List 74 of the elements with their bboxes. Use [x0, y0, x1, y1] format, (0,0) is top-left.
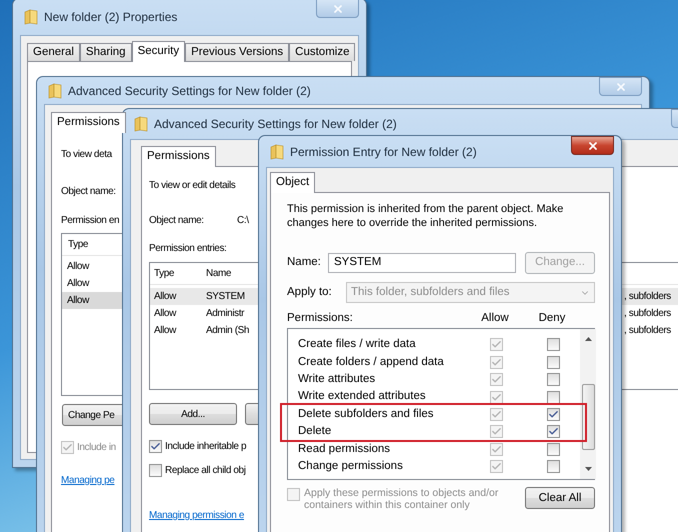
- checkbox[interactable]: [149, 464, 162, 477]
- folder-icon: [270, 144, 284, 160]
- window-title: Advanced Security Settings for New folder (2): [154, 116, 397, 133]
- tab[interactable]: Sharing: [80, 43, 132, 61]
- folder-icon: [134, 116, 148, 132]
- tab[interactable]: General: [27, 43, 80, 61]
- checkbox-label: Include inheritable p: [165, 440, 246, 454]
- checkbox[interactable]: [546, 373, 560, 386]
- checkbox[interactable]: [546, 356, 560, 369]
- tab[interactable]: Customize: [289, 43, 356, 61]
- folder-icon: [24, 9, 38, 25]
- column-header: Type: [68, 238, 88, 252]
- close-icon: [614, 80, 626, 92]
- permission-name: Read permissions: [297, 442, 392, 457]
- scroll-up-icon[interactable]: [584, 337, 592, 342]
- checkbox[interactable]: [490, 425, 502, 438]
- help-link[interactable]: Managing pe: [61, 473, 114, 488]
- checkbox[interactable]: [490, 373, 502, 386]
- name-field[interactable]: SYSTEM: [328, 253, 516, 273]
- checkbox[interactable]: [546, 460, 560, 474]
- close-icon: [332, 2, 344, 14]
- checkbox[interactable]: [546, 408, 560, 421]
- scroll-down-icon[interactable]: [584, 467, 592, 472]
- permission-name: Create files / write data: [297, 337, 417, 352]
- push-button[interactable]: Add...: [149, 403, 237, 425]
- column-header: Name: [206, 267, 232, 281]
- field-value: C:\: [237, 214, 249, 228]
- window-title: New folder (2) Properties: [44, 9, 178, 26]
- field-label: Object name:: [149, 214, 205, 228]
- permission-name: Change permissions: [297, 459, 404, 474]
- checkbox[interactable]: [490, 408, 502, 421]
- window-title: Permission Entry for New folder (2): [290, 144, 477, 160]
- column-header: Type: [154, 267, 176, 281]
- checkbox[interactable]: [149, 440, 162, 453]
- field-label: Permission entries:: [149, 242, 226, 256]
- instruction-text: To view or edit details: [149, 179, 236, 193]
- checkbox[interactable]: [490, 442, 502, 456]
- folder-icon: [48, 82, 62, 98]
- column-header: Deny: [538, 311, 566, 326]
- column-header: Allow: [480, 311, 510, 326]
- checkbox[interactable]: [546, 442, 560, 456]
- scrollbar[interactable]: [580, 329, 596, 480]
- permission-name: Write attributes: [297, 372, 376, 388]
- instruction-text: To view deta: [61, 148, 112, 162]
- tab[interactable]: Object: [270, 172, 316, 193]
- checkbox[interactable]: [490, 390, 502, 404]
- tab[interactable]: Previous Versions: [185, 43, 290, 61]
- checkbox[interactable]: [546, 338, 560, 352]
- field-label: Name:: [287, 255, 322, 270]
- checkbox-label: Replace all child obj: [165, 464, 246, 478]
- field-label: Apply to:: [287, 284, 333, 300]
- field-label: Object name:: [61, 185, 116, 199]
- checkbox[interactable]: [490, 460, 502, 474]
- checkbox-label: Apply these permissions to objects and/or containers within this container only: [304, 487, 500, 512]
- field-label: Permission en: [61, 214, 120, 228]
- tab[interactable]: Security: [132, 41, 186, 62]
- checkbox-label: Include in: [77, 441, 116, 455]
- permission-name: Delete: [297, 424, 332, 440]
- permission-name: Write extended attributes: [297, 389, 427, 404]
- checkbox[interactable]: [490, 338, 502, 352]
- close-button[interactable]: [571, 136, 614, 155]
- checkbox[interactable]: [490, 356, 502, 369]
- permission-name: Delete subfolders and files: [297, 406, 435, 422]
- close-icon: [586, 140, 598, 152]
- help-link[interactable]: Managing permission e: [149, 508, 244, 523]
- info-text: This permission is inherited from the parent object. Make changes here to override the inherited permissions.: [287, 202, 564, 230]
- tab[interactable]: Permissions: [141, 146, 216, 167]
- tab[interactable]: Permissions: [51, 112, 126, 133]
- permission-name: Create folders / append data: [297, 354, 445, 370]
- checkbox[interactable]: [546, 425, 560, 438]
- window-title: Advanced Security Settings for New folder (2): [68, 82, 311, 100]
- push-button[interactable]: Clear All: [525, 487, 595, 510]
- checkbox[interactable]: [546, 390, 560, 404]
- field-label: Permissions:: [287, 311, 354, 326]
